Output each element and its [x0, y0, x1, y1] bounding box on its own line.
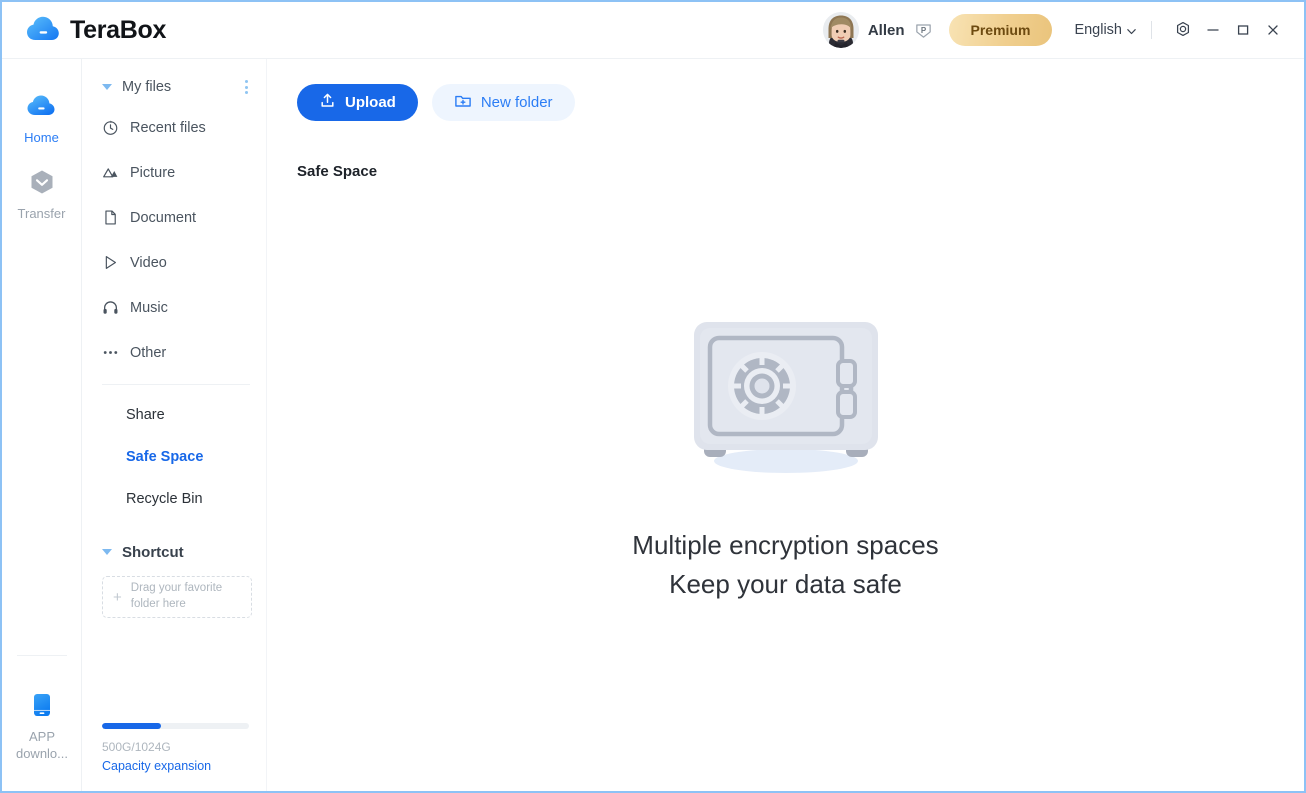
terabox-window: TeraBox Allen P Premium English Home Tra… [0, 0, 1306, 793]
sidebar-divider [102, 384, 250, 385]
language-selector[interactable]: English [1074, 22, 1137, 38]
capacity-progress-bar [102, 723, 249, 729]
rail-app-label: APP downlo... [15, 729, 69, 762]
titlebar-right: Allen P Premium English [822, 12, 1288, 48]
sidebar-item-other[interactable]: Other [82, 330, 266, 375]
brand: TeraBox [26, 13, 166, 47]
settings-button[interactable] [1168, 15, 1198, 45]
capacity-progress-fill [102, 723, 161, 729]
maximize-icon [1235, 22, 1251, 38]
sidebar-item-video[interactable]: Video [82, 240, 266, 285]
rail-item-transfer[interactable]: Transfer [2, 155, 82, 231]
toolbar: Upload New folder [297, 84, 1304, 121]
empty-state-text: Multiple encryption spaces Keep your dat… [632, 526, 938, 604]
titlebar: TeraBox Allen P Premium English [2, 2, 1304, 58]
upload-button[interactable]: Upload [297, 84, 418, 121]
icon-rail: Home Transfer APP downlo... [2, 59, 82, 791]
chevron-down-icon [1126, 24, 1137, 37]
empty-state: Multiple encryption spaces Keep your dat… [267, 314, 1304, 604]
sidebar-group-my-files[interactable]: My files [82, 69, 266, 105]
empty-state-line1: Multiple encryption spaces [632, 530, 939, 560]
minimize-icon [1205, 22, 1221, 38]
safe-vault-illustration [686, 314, 886, 484]
more-vertical-icon[interactable] [241, 76, 252, 98]
upload-button-label: Upload [345, 94, 396, 111]
document-icon [102, 209, 119, 226]
sidebar-item-label: Video [130, 254, 167, 271]
rail-item-app-download[interactable]: APP downlo... [2, 678, 82, 773]
premium-p-badge-icon: P [914, 21, 933, 40]
rail-item-label: Home [24, 130, 59, 145]
minimize-button[interactable] [1198, 15, 1228, 45]
rail-divider [17, 655, 67, 657]
sidebar-group-shortcut[interactable]: Shortcut [82, 534, 266, 570]
capacity-usage-text: 500G/1024G [102, 740, 171, 754]
brand-name: TeraBox [70, 15, 167, 44]
avatar[interactable] [822, 12, 859, 48]
divider [1151, 21, 1152, 39]
sidebar-item-label: Picture [130, 164, 176, 181]
sidebar-item-label: Document [130, 209, 197, 226]
image-icon [102, 164, 119, 181]
sidebar-sub-label: Safe Space [126, 449, 204, 465]
sidebar-group-label: My files [122, 79, 172, 95]
sidebar-nav: My files Recent files Picture Document V… [82, 59, 267, 791]
rail-item-home[interactable]: Home [2, 79, 82, 155]
sidebar-item-document[interactable]: Document [82, 195, 266, 240]
sidebar-item-picture[interactable]: Picture [82, 150, 266, 195]
caret-down-icon [102, 84, 112, 90]
sidebar-sub-label: Share [126, 407, 165, 423]
shortcut-dropzone-text: Drag your favorite folder here [130, 582, 223, 610]
sidebar-item-recent-files[interactable]: Recent files [82, 105, 266, 150]
rail-bottom: APP downlo... [2, 655, 82, 773]
sidebar-item-label: Other [130, 344, 167, 361]
gear-icon [1174, 21, 1192, 39]
language-label: English [1074, 22, 1122, 38]
sidebar-item-recycle-bin[interactable]: Recycle Bin [82, 478, 266, 520]
empty-state-line2: Keep your data safe [669, 569, 902, 599]
cloud-logo-icon [26, 13, 60, 47]
cloud-home-icon [25, 89, 59, 123]
sidebar-item-safe-space[interactable]: Safe Space [82, 436, 266, 478]
maximize-button[interactable] [1228, 15, 1258, 45]
headphones-icon [102, 299, 119, 316]
clock-icon [102, 119, 119, 136]
mobile-app-icon [25, 688, 59, 722]
premium-button[interactable]: Premium [948, 14, 1053, 46]
plus-icon: + [113, 588, 122, 606]
main-content: Upload New folder Safe Space Multiple en… [267, 59, 1304, 791]
rail-item-label: Transfer [17, 206, 66, 221]
new-folder-button-label: New folder [480, 94, 553, 111]
page-title: Safe Space [297, 163, 378, 180]
sidebar-item-share[interactable]: Share [82, 394, 266, 436]
sidebar-group-label: Shortcut [122, 543, 184, 561]
sidebar-item-label: Music [130, 299, 168, 316]
shortcut-dropzone[interactable]: + Drag your favorite folder here [102, 576, 252, 618]
capacity-expansion-link[interactable]: Capacity expansion [102, 759, 249, 773]
new-folder-button[interactable]: New folder [431, 84, 575, 121]
sidebar-item-label: Recent files [130, 119, 206, 136]
user-menu[interactable]: Allen P [822, 12, 933, 48]
body: Home Transfer APP downlo... My files Rec… [2, 58, 1304, 791]
ellipsis-icon [102, 344, 119, 361]
sidebar-sub-label: Recycle Bin [126, 491, 203, 507]
svg-text:P: P [920, 25, 926, 34]
sidebar-item-music[interactable]: Music [82, 285, 266, 330]
close-button[interactable] [1258, 15, 1288, 45]
capacity-panel: 500G/1024G Capacity expansion [82, 723, 267, 773]
caret-down-icon [102, 549, 112, 555]
play-triangle-icon [102, 254, 119, 271]
folder-plus-icon [454, 92, 472, 114]
upload-icon [319, 92, 336, 113]
transfer-hexagon-icon [25, 165, 59, 199]
username: Allen [867, 21, 905, 39]
close-icon [1265, 22, 1281, 38]
